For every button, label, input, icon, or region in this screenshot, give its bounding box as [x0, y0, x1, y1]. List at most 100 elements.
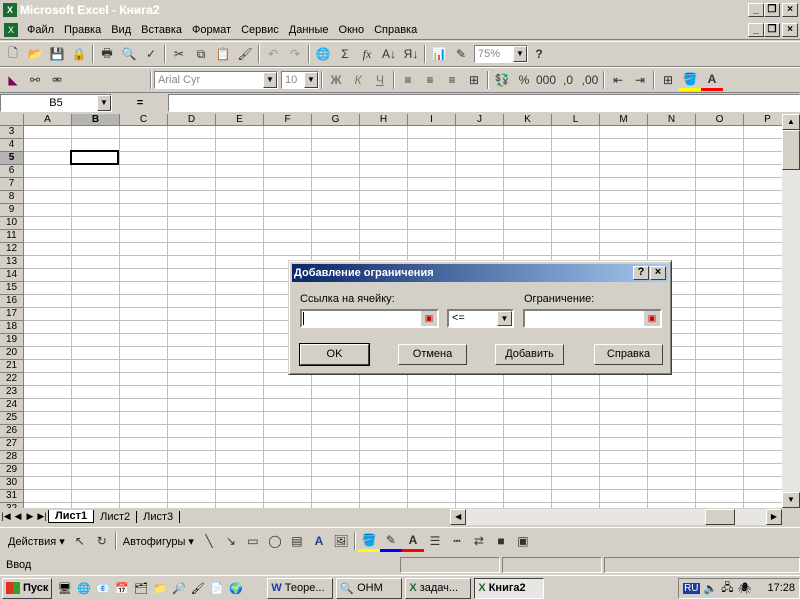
horizontal-scrollbar[interactable]: ◀ ▶ [450, 508, 782, 525]
menu-file[interactable]: Файл [22, 24, 59, 36]
row-header[interactable]: 14 [0, 269, 24, 282]
cell-ref-input[interactable]: ▣ [300, 309, 439, 328]
align-left-icon[interactable]: ≡ [397, 69, 419, 91]
column-header[interactable]: A [24, 114, 72, 126]
row-header[interactable]: 8 [0, 191, 24, 204]
row-header[interactable]: 21 [0, 360, 24, 373]
permission-icon[interactable]: 🔒 [68, 43, 90, 65]
column-header[interactable]: C [120, 114, 168, 126]
increase-decimal-icon[interactable]: ,0 [557, 69, 579, 91]
rectangle-icon[interactable]: ▭ [242, 530, 264, 552]
task-zadach[interactable]: Xзадач... [405, 577, 472, 599]
maximize-button[interactable]: ❐ [764, 2, 780, 17]
align-right-icon[interactable]: ≡ [441, 69, 463, 91]
chevron-down-icon[interactable]: ▼ [497, 311, 512, 326]
wordart-icon[interactable]: A [308, 530, 330, 552]
quick-launch-app-icon[interactable]: 🗂 [131, 582, 150, 595]
doc-close-button[interactable]: × [782, 22, 798, 37]
column-header[interactable]: B [72, 114, 120, 126]
hyperlink-icon[interactable]: 🌐 [312, 43, 334, 65]
italic-button[interactable]: К [347, 69, 369, 91]
arrow-style-icon[interactable]: ⇄ [468, 530, 490, 552]
merge-center-icon[interactable]: ⊞ [463, 69, 485, 91]
sheet-tab-2[interactable]: Лист2 [94, 510, 138, 523]
line-style-icon[interactable]: ☰ [424, 530, 446, 552]
row-header[interactable]: 18 [0, 321, 24, 334]
select-pointer-icon[interactable]: ↖ [69, 530, 91, 552]
sheet-tab-1[interactable]: Лист1 [48, 510, 95, 523]
quick-launch-outlook-icon[interactable]: 📧 [93, 582, 112, 595]
collapse-dialog-icon[interactable]: ▣ [421, 311, 437, 326]
row-header[interactable]: 9 [0, 204, 24, 217]
sort-asc-icon[interactable]: A↓ [378, 43, 400, 65]
line-icon[interactable]: ╲ [198, 530, 220, 552]
clipart-icon[interactable]: 🖼 [330, 530, 352, 552]
open-icon[interactable]: 📂 [24, 43, 46, 65]
scroll-down-arrow[interactable]: ▼ [782, 492, 800, 508]
task-word-teorema[interactable]: W Теоре... [267, 577, 334, 599]
arrow-icon[interactable]: ↘ [220, 530, 242, 552]
add-button[interactable]: Добавить [495, 344, 564, 365]
start-button[interactable]: Пуск [2, 577, 53, 599]
row-header[interactable]: 25 [0, 412, 24, 425]
function-icon[interactable]: fx [356, 43, 378, 65]
quick-launch-folder-icon[interactable]: 📁 [150, 582, 169, 595]
scroll-left-arrow[interactable]: ◀ [450, 508, 467, 525]
unlink-icon[interactable]: ⚮ [46, 69, 68, 91]
close-window-button[interactable]: × [782, 2, 798, 17]
column-header[interactable]: D [168, 114, 216, 126]
rotate-icon[interactable]: ↻ [91, 530, 113, 552]
column-header[interactable]: H [360, 114, 408, 126]
thousands-icon[interactable]: 000 [535, 69, 557, 91]
row-header[interactable]: 15 [0, 282, 24, 295]
quick-launch-web-icon[interactable]: 🌍 [226, 582, 245, 595]
decrease-indent-icon[interactable]: ⇤ [607, 69, 629, 91]
menu-window[interactable]: Окно [334, 24, 370, 36]
row-header[interactable]: 12 [0, 243, 24, 256]
shadow-icon[interactable]: ■ [490, 530, 512, 552]
quick-launch-explorer-icon[interactable]: 🔎 [169, 582, 188, 595]
column-header[interactable]: P [744, 114, 782, 126]
font-size-select[interactable]: 10 ▼ [281, 71, 319, 89]
row-header[interactable]: 7 [0, 178, 24, 191]
ok-button[interactable]: OK [299, 343, 370, 366]
formula-input[interactable] [168, 94, 800, 112]
network-icon[interactable]: 🖧 [721, 579, 733, 598]
column-header[interactable]: E [216, 114, 264, 126]
increase-indent-icon[interactable]: ⇥ [629, 69, 651, 91]
menu-edit[interactable]: Правка [59, 24, 106, 36]
dialog-help-button[interactable]: ? [633, 266, 649, 280]
row-header[interactable]: 27 [0, 438, 24, 451]
row-header[interactable]: 5 [0, 152, 24, 165]
column-header[interactable]: M [600, 114, 648, 126]
row-header[interactable]: 20 [0, 347, 24, 360]
font-color-icon[interactable]: A [701, 69, 723, 91]
3d-icon[interactable]: ▣ [512, 530, 534, 552]
clock[interactable]: 17:28 [767, 582, 795, 594]
scroll-right-arrow[interactable]: ▶ [766, 508, 782, 525]
menu-view[interactable]: Вид [106, 24, 136, 36]
row-header[interactable]: 22 [0, 373, 24, 386]
currency-icon[interactable]: 💱 [491, 69, 513, 91]
minimize-button[interactable]: _ [748, 2, 764, 17]
chart-wizard-icon[interactable]: 📊 [428, 43, 450, 65]
borders-icon[interactable]: ⊞ [657, 69, 679, 91]
percent-button[interactable]: % [513, 69, 535, 91]
quick-launch-paint-icon[interactable]: 🖌 [188, 582, 207, 595]
row-header[interactable]: 30 [0, 477, 24, 490]
row-header[interactable]: 11 [0, 230, 24, 243]
align-center-icon[interactable]: ≡ [419, 69, 441, 91]
paste-icon[interactable]: 📋 [212, 43, 234, 65]
sheet-tab-3[interactable]: Лист3 [137, 510, 181, 523]
column-header[interactable]: G [312, 114, 360, 126]
column-header[interactable]: O [696, 114, 744, 126]
menu-data[interactable]: Данные [284, 24, 334, 36]
row-header[interactable]: 26 [0, 425, 24, 438]
next-sheet-button[interactable]: ▶ [24, 511, 36, 522]
quick-launch-calendar-icon[interactable]: 📅 [112, 582, 131, 595]
column-header[interactable]: I [408, 114, 456, 126]
sort-desc-icon[interactable]: Я↓ [400, 43, 422, 65]
language-indicator[interactable]: RU [683, 582, 700, 594]
row-header[interactable]: 24 [0, 399, 24, 412]
line-color-icon[interactable]: ✎ [379, 530, 402, 552]
